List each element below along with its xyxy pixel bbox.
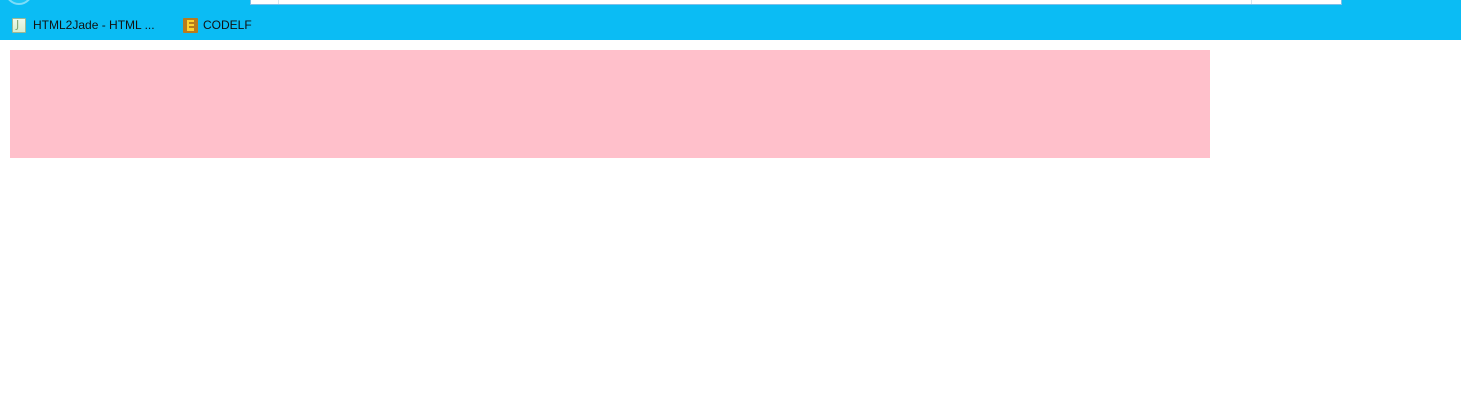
bookmark-label: CODELF — [203, 18, 252, 32]
bookmark-label: HTML2Jade - HTML ... — [33, 18, 155, 32]
address-bar[interactable] — [250, 0, 1342, 5]
pink-content-box — [10, 50, 1210, 158]
codelf-favicon-icon — [183, 17, 198, 33]
address-bar-left-divider — [278, 0, 279, 4]
browser-toolbar: HTML2Jade - HTML ... CODELF — [0, 0, 1461, 41]
html2jade-favicon-icon — [12, 17, 26, 33]
back-button[interactable] — [5, 0, 33, 5]
address-bar-right-divider — [1251, 0, 1252, 4]
page-content — [0, 41, 1461, 415]
bookmark-html2jade[interactable]: HTML2Jade - HTML ... — [0, 12, 171, 38]
bookmarks-bar: HTML2Jade - HTML ... CODELF — [0, 12, 253, 38]
bookmark-codelf[interactable]: CODELF — [171, 12, 253, 38]
